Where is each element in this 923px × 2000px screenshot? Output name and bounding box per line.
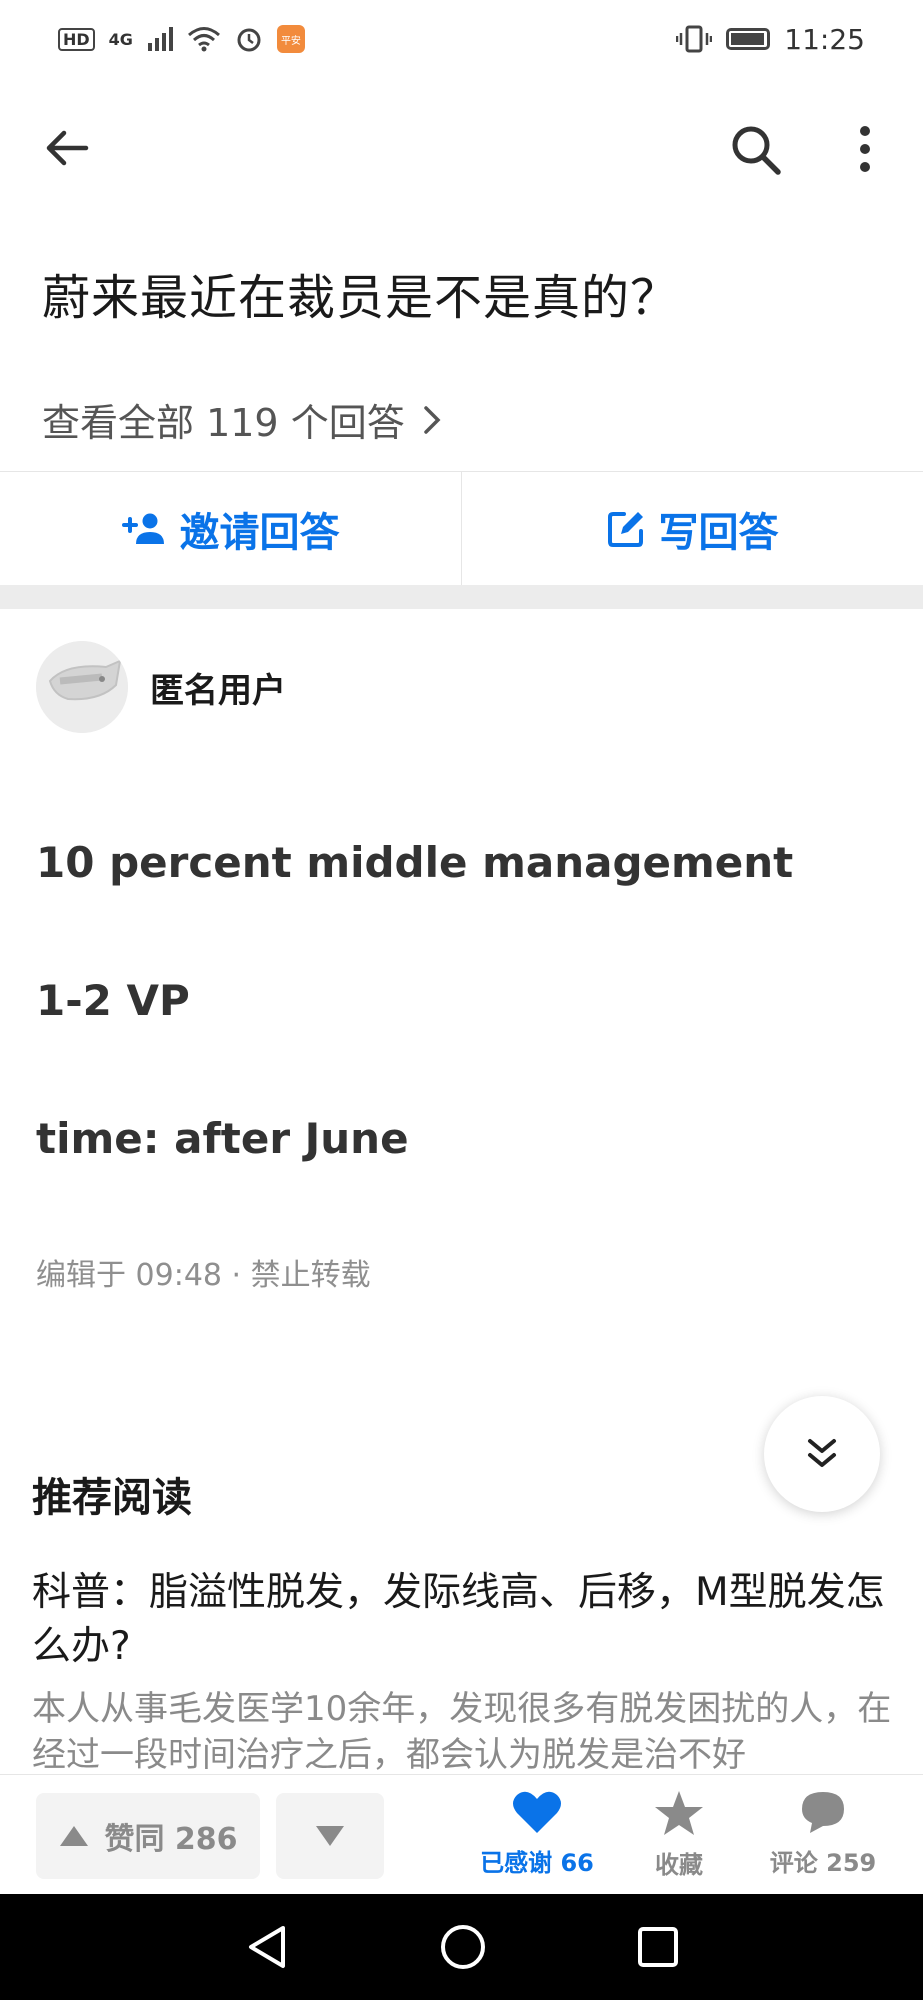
section-divider	[0, 585, 923, 609]
double-chevron-down-icon	[808, 1439, 836, 1467]
bottom-action-bar: 赞同 286 已感谢 66 收藏 评论 259	[0, 1774, 923, 1895]
more-options-icon[interactable]	[848, 122, 882, 176]
status-left: HD 4G 平安	[58, 25, 305, 53]
anonymous-avatar-icon	[36, 641, 128, 733]
signal-icon	[147, 27, 173, 51]
answer-meta: 编辑于 09:48 · 禁止转载	[36, 1258, 371, 1293]
invite-answer-button[interactable]: 邀请回答	[0, 472, 462, 586]
agree-label: 赞同 286	[104, 1822, 238, 1857]
chevron-right-icon	[423, 405, 441, 434]
question-title: 蔚来最近在裁员是不是真的？	[42, 270, 680, 326]
edit-icon	[607, 512, 643, 547]
recommended-article-title[interactable]: 科普：脂溢性脱发，发际线高、后移，M型脱发怎么办?	[32, 1566, 892, 1674]
disagree-button[interactable]	[276, 1793, 384, 1879]
answer-paragraph: time: after June	[36, 1114, 409, 1163]
write-answer-label: 写回答	[658, 510, 779, 556]
bank-app-icon: 平安	[276, 25, 305, 53]
nav-back-icon[interactable]	[245, 1924, 289, 1970]
write-answer-button[interactable]: 写回答	[462, 472, 923, 586]
nav-home-icon[interactable]	[439, 1923, 487, 1971]
view-all-label: 查看全部 119 个回答	[42, 401, 405, 445]
status-time: 11:25	[784, 22, 865, 56]
add-person-icon	[121, 513, 164, 544]
status-bar: HD 4G 平安 11:25	[0, 0, 923, 78]
top-app-bar	[0, 108, 923, 188]
collect-button[interactable]: 收藏	[614, 1789, 744, 1880]
question-actions: 邀请回答 写回答	[0, 471, 923, 586]
vibrate-icon	[676, 25, 713, 53]
recommended-article-excerpt[interactable]: 本人从事毛发医学10余年，发现很多有脱发困扰的人，在经过一段时间治疗之后，都会认…	[32, 1686, 902, 1774]
thanks-button[interactable]: 已感谢 66	[472, 1789, 602, 1878]
invite-answer-label: 邀请回答	[179, 510, 340, 556]
wifi-icon	[187, 27, 220, 52]
battery-icon	[726, 28, 771, 50]
thanks-label: 已感谢 66	[480, 1849, 594, 1877]
answer-paragraph: 1-2 VP	[36, 976, 190, 1025]
hd-icon: HD	[58, 27, 95, 51]
recommended-heading: 推荐阅读	[32, 1475, 192, 1521]
status-right: 11:25	[676, 23, 865, 56]
agree-button[interactable]: 赞同 286	[36, 1793, 260, 1879]
star-icon	[655, 1791, 703, 1835]
system-navigation-bar	[0, 1894, 923, 2000]
back-arrow-icon[interactable]	[42, 123, 92, 173]
alarm-icon	[237, 28, 261, 52]
nav-recents-icon[interactable]	[637, 1926, 679, 1968]
comment-bubble-icon	[802, 1792, 844, 1833]
avatar[interactable]	[36, 641, 128, 733]
triangle-up-icon	[60, 1826, 89, 1846]
next-answer-button[interactable]	[764, 1396, 880, 1512]
comments-label: 评论 259	[769, 1849, 877, 1877]
comments-button[interactable]: 评论 259	[758, 1789, 888, 1878]
answer-author[interactable]: 匿名用户	[36, 641, 286, 733]
triangle-down-icon	[316, 1826, 344, 1846]
answer-paragraph: 10 percent middle management	[36, 838, 794, 887]
network-label: 4G	[108, 29, 133, 49]
heart-icon	[513, 1791, 561, 1833]
collect-label: 收藏	[655, 1851, 703, 1879]
view-all-answers-link[interactable]: 查看全部 119 个回答	[42, 392, 441, 447]
search-icon[interactable]	[728, 122, 782, 176]
author-name[interactable]: 匿名用户	[150, 663, 286, 712]
